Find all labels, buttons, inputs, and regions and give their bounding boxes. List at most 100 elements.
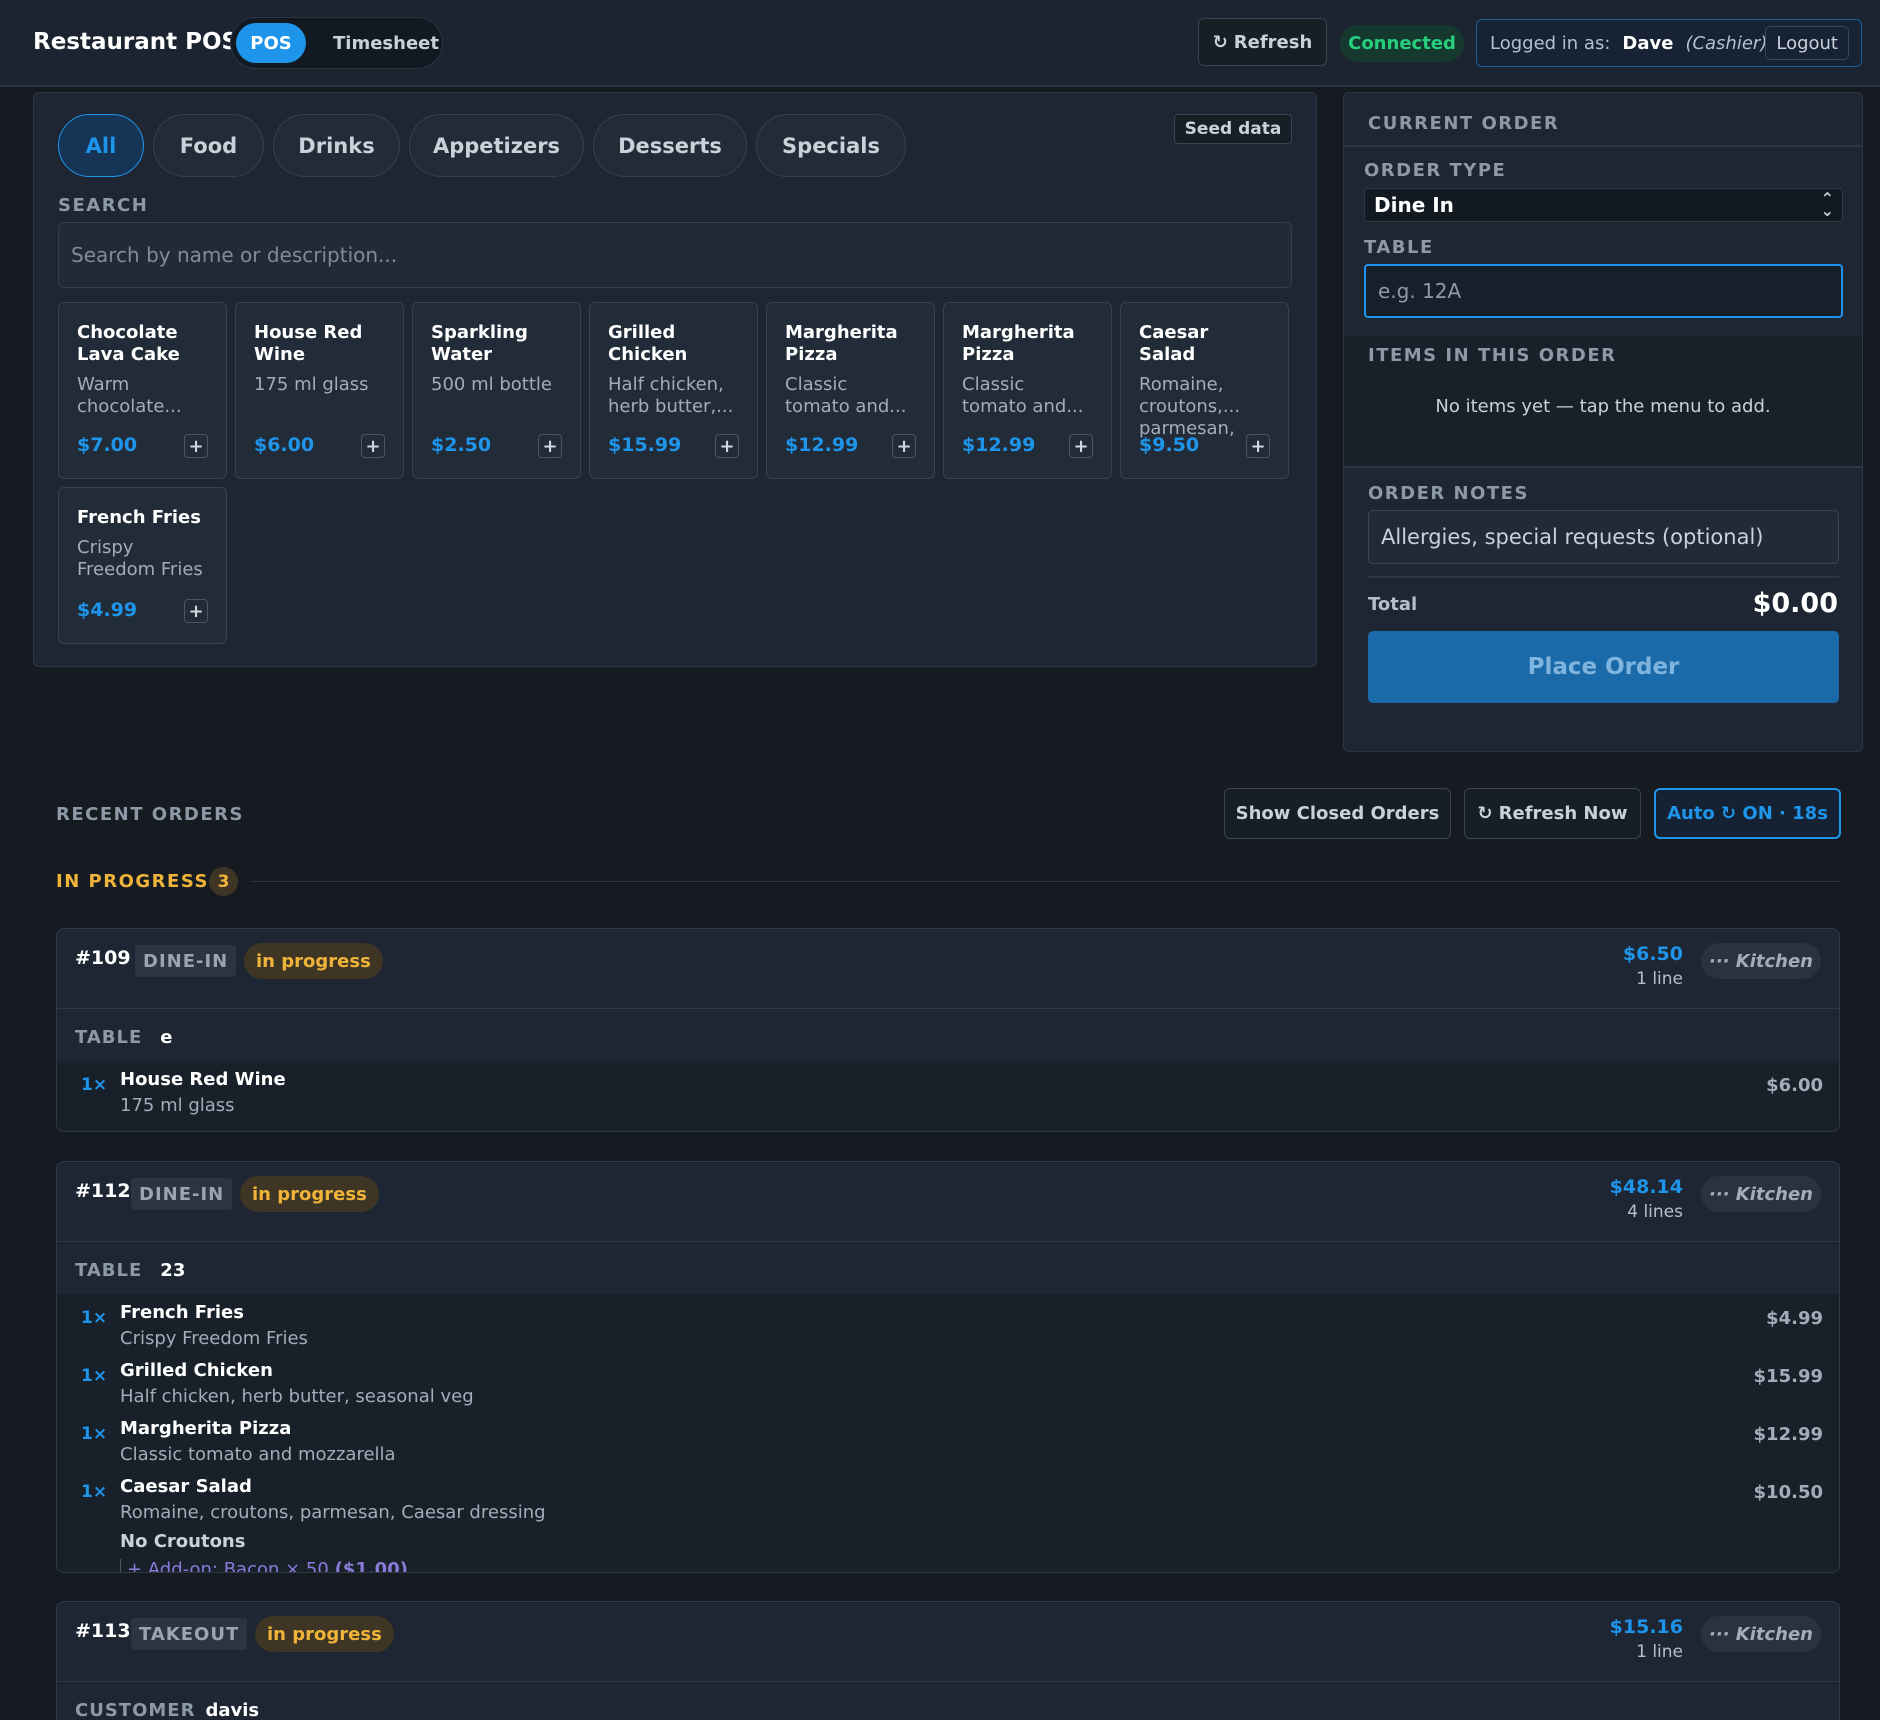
item-desc: 500 ml bottle <box>431 374 552 395</box>
order-card[interactable]: #113 TAKEOUT in progress $15.16 1 line ·… <box>56 1601 1840 1720</box>
user-role: (Cashier) <box>1685 32 1768 54</box>
menu-item-card[interactable]: Sparkling Water 500 ml bottle $2.50 + <box>412 302 581 479</box>
add-item-button[interactable]: + <box>892 434 916 458</box>
show-closed-orders-button[interactable]: Show Closed Orders <box>1224 788 1451 839</box>
add-item-button[interactable]: + <box>1069 434 1093 458</box>
menu-item-card[interactable]: House Red Wine 175 ml glass $6.00 + <box>235 302 404 479</box>
item-name: Sparkling Water <box>431 322 528 365</box>
items-label: ITEMS IN THIS ORDER <box>1368 345 1617 366</box>
category-specials[interactable]: Specials <box>756 114 906 177</box>
total-value: $0.00 <box>1752 588 1838 619</box>
top-bar: Restaurant POS POS Timesheet ↻ Refresh C… <box>0 0 1880 87</box>
menu-item-card[interactable]: Margherita Pizza Classic tomato and... $… <box>943 302 1112 479</box>
user-box: Logged in as: Dave (Cashier) Logout <box>1476 19 1862 67</box>
kitchen-button[interactable]: ··· Kitchen <box>1701 1176 1821 1212</box>
order-header: #109 DINE-IN in progress $6.50 1 line ··… <box>57 929 1839 1009</box>
refresh-now-button[interactable]: ↻ Refresh Now <box>1464 788 1641 839</box>
category-all[interactable]: All <box>58 114 144 177</box>
item-desc: Warm chocolate... <box>77 374 182 417</box>
add-item-button[interactable]: + <box>361 434 385 458</box>
item-name: Margherita Pizza <box>962 322 1075 365</box>
order-total: $6.50 1 line <box>1622 943 1683 989</box>
divider <box>1344 466 1862 468</box>
item-price: $4.99 <box>77 599 138 621</box>
order-card[interactable]: #109 DINE-IN in progress $6.50 1 line ··… <box>56 928 1840 1132</box>
tab-timesheet[interactable]: Timesheet <box>321 23 451 63</box>
in-progress-label: IN PROGRESS <box>56 871 209 892</box>
order-table: TABLE 23 <box>75 1260 186 1281</box>
menu-item-card[interactable]: Grilled Chicken Half chicken, herb butte… <box>589 302 758 479</box>
kitchen-button[interactable]: ··· Kitchen <box>1701 943 1821 979</box>
tab-pos[interactable]: POS <box>236 23 306 63</box>
order-table: TABLE e <box>75 1027 173 1048</box>
add-item-button[interactable]: + <box>715 434 739 458</box>
add-item-button[interactable]: + <box>184 599 208 623</box>
order-status-badge: in progress <box>240 1176 379 1212</box>
order-lines: 1× French Fries Crispy Freedom Fries $4.… <box>57 1294 1839 1572</box>
menu-item-card[interactable]: Caesar Salad Romaine, croutons,... parme… <box>1120 302 1289 479</box>
order-status-badge: in progress <box>255 1616 394 1652</box>
nav-tabs: POS Timesheet <box>230 17 443 69</box>
menu-item-card[interactable]: Margherita Pizza Classic tomato and... $… <box>766 302 935 479</box>
line-modifier: No Croutons <box>120 1531 246 1552</box>
auto-refresh-toggle[interactable]: Auto ↻ ON · 18s <box>1654 788 1841 839</box>
menu-item-card[interactable]: Chocolate Lava Cake Warm chocolate... $7… <box>58 302 227 479</box>
category-appetizers[interactable]: Appetizers <box>409 114 584 177</box>
search-input[interactable]: Search by name or description... <box>58 222 1292 288</box>
order-card[interactable]: #112 DINE-IN in progress $48.14 4 lines … <box>56 1161 1840 1573</box>
item-desc: 175 ml glass <box>254 374 369 395</box>
item-price: $12.99 <box>785 434 859 456</box>
empty-order-text: No items yet — tap the menu to add. <box>1435 396 1771 417</box>
order-header: #113 TAKEOUT in progress $15.16 1 line ·… <box>57 1602 1839 1682</box>
select-arrows-icon: ⌃ ⌄ <box>1820 189 1834 220</box>
place-order-button[interactable]: Place Order <box>1368 631 1839 703</box>
kitchen-button[interactable]: ··· Kitchen <box>1701 1616 1821 1652</box>
item-name: Caesar Salad <box>1139 322 1209 365</box>
add-item-button[interactable]: + <box>538 434 562 458</box>
table-label: TABLE <box>1364 237 1434 258</box>
logged-in-label: Logged in as: <box>1490 32 1611 54</box>
order-customer: CUSTOMER davis <box>75 1700 260 1720</box>
order-lines: 1× House Red Wine 175 ml glass $6.00 <box>57 1061 1839 1131</box>
item-desc: Romaine, croutons,... parmesan, <box>1139 374 1241 439</box>
seed-data-button[interactable]: Seed data <box>1174 114 1292 144</box>
item-price: $6.00 <box>254 434 315 456</box>
item-price: $12.99 <box>962 434 1036 456</box>
recent-orders-title: RECENT ORDERS <box>56 804 244 825</box>
item-name: French Fries <box>77 507 201 528</box>
in-progress-count-badge: 3 <box>209 867 238 896</box>
category-food[interactable]: Food <box>153 114 264 177</box>
table-input[interactable]: e.g. 12A <box>1364 264 1843 318</box>
order-type-badge: DINE-IN <box>135 945 237 977</box>
add-item-button[interactable]: + <box>1246 434 1270 458</box>
order-notes-input[interactable]: Allergies, special requests (optional) <box>1368 510 1839 564</box>
menu-item-card[interactable]: French Fries Crispy Freedom Fries $4.99 … <box>58 487 227 644</box>
plus-icon: + <box>896 435 912 457</box>
order-line: 1× Margherita Pizza Classic tomato and m… <box>81 1418 1823 1465</box>
item-price: $2.50 <box>431 434 492 456</box>
order-number: #112 <box>75 1180 131 1202</box>
order-type-label: ORDER TYPE <box>1364 160 1507 181</box>
logout-button[interactable]: Logout <box>1765 26 1849 60</box>
add-item-button[interactable]: + <box>184 434 208 458</box>
connection-status-badge: Connected <box>1340 25 1464 62</box>
item-desc: Classic tomato and... <box>962 374 1084 417</box>
order-status-badge: in progress <box>244 943 383 979</box>
item-price: $15.99 <box>608 434 682 456</box>
order-number: #113 <box>75 1620 131 1642</box>
item-name: House Red Wine <box>254 322 363 365</box>
item-name: Margherita Pizza <box>785 322 898 365</box>
plus-icon: + <box>1073 435 1089 457</box>
category-desserts[interactable]: Desserts <box>593 114 747 177</box>
app-title: Restaurant POS <box>33 29 239 55</box>
order-line: 1× French Fries Crispy Freedom Fries $4.… <box>81 1302 1823 1349</box>
order-line: 1× Caesar Salad Romaine, croutons, parme… <box>57 1468 1839 1572</box>
refresh-button[interactable]: ↻ Refresh <box>1198 18 1327 66</box>
plus-icon: + <box>188 600 204 622</box>
order-type-select[interactable]: Dine In ⌃ ⌄ <box>1364 188 1843 222</box>
total-label: Total <box>1368 594 1418 615</box>
category-drinks[interactable]: Drinks <box>273 114 400 177</box>
plus-icon: + <box>719 435 735 457</box>
refresh-icon: ↻ <box>1212 31 1228 53</box>
search-label: SEARCH <box>58 195 149 216</box>
